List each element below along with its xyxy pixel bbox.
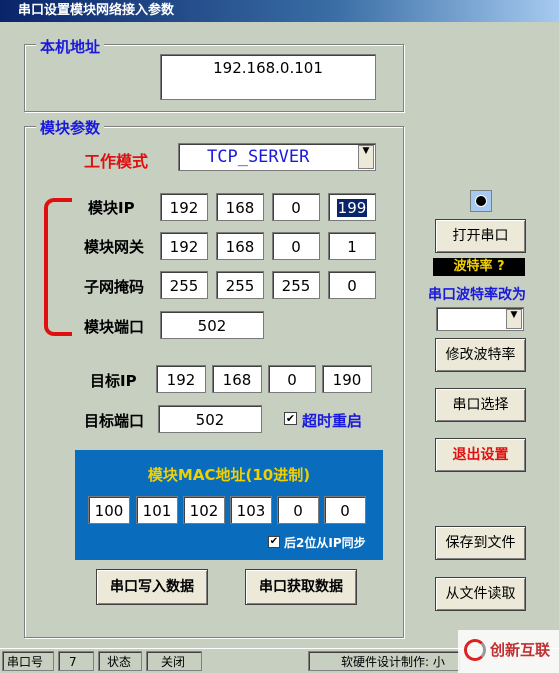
state-label: 状态 (98, 651, 142, 671)
target-port-label: 目标端口 (84, 412, 145, 430)
mac-byte-4[interactable]: 103 (230, 496, 272, 524)
baud-change-label: 串口波特率改为 (428, 287, 526, 303)
timeout-restart-label: 超时重启 (302, 412, 363, 430)
module-params-title: 模块参数 (36, 117, 105, 138)
chevron-down-icon[interactable]: ▼ (506, 309, 522, 329)
mask-octet-1[interactable]: 255 (160, 271, 208, 299)
load-from-file-button[interactable]: 从文件读取 (435, 577, 526, 611)
baud-rate-badge: 波特率 ? (433, 258, 525, 276)
target-ip-octet-1[interactable]: 192 (156, 365, 206, 393)
mac-byte-5[interactable]: 0 (277, 496, 319, 524)
module-ip-octet-1[interactable]: 192 (160, 193, 208, 221)
mac-byte-6[interactable]: 0 (324, 496, 366, 524)
module-ip-octet-2[interactable]: 168 (216, 193, 264, 221)
serial-write-button[interactable]: 串口写入数据 (96, 569, 208, 605)
status-indicator-icon (470, 190, 492, 212)
mac-title: 模块MAC地址(10进制) (147, 466, 311, 484)
change-baud-button[interactable]: 修改波特率 (435, 338, 526, 372)
gateway-octet-3[interactable]: 0 (272, 232, 320, 260)
work-mode-label: 工作模式 (84, 152, 149, 171)
port-number-value: 7 (58, 651, 94, 671)
credit-text: 软硬件设计制作: 小 (308, 651, 460, 671)
module-ip-octet-3[interactable]: 0 (272, 193, 320, 221)
module-port-input[interactable]: 502 (160, 311, 264, 339)
bracket-decoration (44, 198, 72, 336)
open-port-button[interactable]: 打开串口 (435, 219, 526, 253)
timeout-restart-checkbox[interactable]: ✔ (284, 412, 297, 425)
ip-sync-checkbox[interactable]: ✔ (268, 536, 280, 548)
module-ip-octet-4[interactable]: 199 (328, 193, 376, 221)
state-value: 关闭 (146, 651, 202, 671)
mac-byte-1[interactable]: 100 (88, 496, 130, 524)
module-ip-label: 模块IP (88, 199, 135, 217)
module-port-label: 模块端口 (84, 318, 145, 336)
mask-octet-4[interactable]: 0 (328, 271, 376, 299)
module-ip-octet-4-text: 199 (336, 199, 368, 217)
serial-read-button[interactable]: 串口获取数据 (245, 569, 357, 605)
target-port-input[interactable]: 502 (158, 405, 262, 433)
gateway-octet-4[interactable]: 1 (328, 232, 376, 260)
target-ip-octet-4[interactable]: 190 (322, 365, 372, 393)
work-mode-value: TCP_SERVER (207, 147, 310, 167)
select-port-button[interactable]: 串口选择 (435, 388, 526, 422)
window-title: 串口设置模块网络接入参数 (0, 0, 559, 22)
ip-sync-label: 后2位从IP同步 (284, 536, 366, 550)
mask-label: 子网掩码 (84, 278, 145, 296)
local-ip-display[interactable]: 192.168.0.101 (160, 54, 376, 100)
save-to-file-button[interactable]: 保存到文件 (435, 526, 526, 560)
mac-byte-2[interactable]: 101 (136, 496, 178, 524)
gateway-octet-1[interactable]: 192 (160, 232, 208, 260)
mask-octet-2[interactable]: 255 (216, 271, 264, 299)
watermark-logo-icon (464, 639, 486, 661)
target-ip-label: 目标IP (90, 372, 137, 390)
watermark: 创新互联 (458, 630, 559, 673)
target-ip-octet-2[interactable]: 168 (212, 365, 262, 393)
chevron-down-icon[interactable]: ▼ (358, 145, 374, 169)
gateway-octet-2[interactable]: 168 (216, 232, 264, 260)
watermark-text: 创新互联 (490, 641, 551, 659)
baud-rate-select[interactable]: ▼ (436, 307, 524, 331)
work-mode-select[interactable]: TCP_SERVER ▼ (178, 143, 376, 171)
exit-settings-button[interactable]: 退出设置 (435, 438, 526, 472)
local-address-title: 本机地址 (36, 36, 105, 57)
target-ip-octet-3[interactable]: 0 (268, 365, 316, 393)
port-number-label: 串口号 (2, 651, 54, 671)
gateway-label: 模块网关 (84, 238, 145, 256)
mask-octet-3[interactable]: 255 (272, 271, 320, 299)
mac-byte-3[interactable]: 102 (183, 496, 225, 524)
